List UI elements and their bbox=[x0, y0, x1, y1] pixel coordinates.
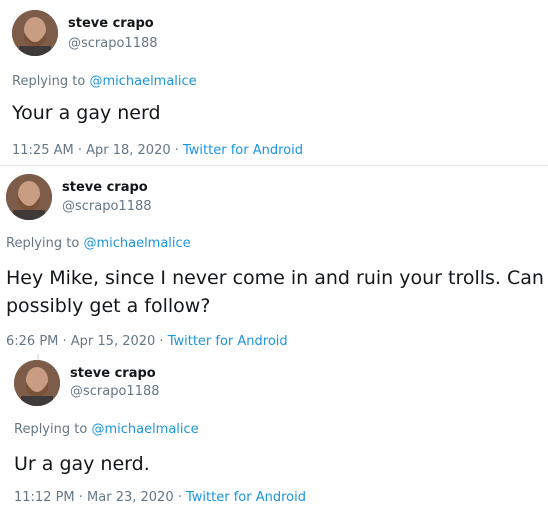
replying-prefix: Replying to bbox=[12, 74, 90, 89]
mention-link[interactable]: @michaelmalice bbox=[83, 236, 190, 251]
profile-photo-icon bbox=[14, 360, 60, 406]
mention-link[interactable]: @michaelmalice bbox=[89, 74, 196, 89]
timestamp[interactable]: 11:12 PM · Mar 23, 2020 · bbox=[14, 490, 186, 505]
source-link[interactable]: Twitter for Android bbox=[183, 143, 303, 158]
timestamp[interactable]: 6:26 PM · Apr 15, 2020 · bbox=[6, 334, 168, 349]
tweet-text: Ur a gay nerd. bbox=[14, 453, 150, 475]
tweet-3[interactable]: steve crapo @scrapo1188 Replying to @mic… bbox=[0, 354, 548, 516]
user-handle[interactable]: @scrapo1188 bbox=[62, 199, 152, 214]
replying-to: Replying to @michaelmalice bbox=[6, 236, 191, 251]
divider bbox=[0, 165, 548, 166]
display-name[interactable]: steve crapo bbox=[62, 180, 148, 195]
tweet-text-line: Hey Mike, since I never come in and ruin… bbox=[6, 267, 548, 289]
tweet-screenshot: { "tweets": [ { "name": "steve crapo", "… bbox=[0, 0, 548, 516]
timestamp[interactable]: 11:25 AM · Apr 18, 2020 · bbox=[12, 143, 183, 158]
replying-prefix: Replying to bbox=[14, 422, 92, 437]
tweet-meta: 11:25 AM · Apr 18, 2020 · Twitter for An… bbox=[12, 143, 303, 158]
mention-link[interactable]: @michaelmalice bbox=[91, 422, 198, 437]
tweet-1[interactable]: steve crapo @scrapo1188 Replying to @mic… bbox=[0, 0, 548, 168]
replying-to: Replying to @michaelmalice bbox=[12, 74, 197, 89]
tweet-text: Hey Mike, since I never come in and ruin… bbox=[6, 264, 548, 320]
source-link[interactable]: Twitter for Android bbox=[168, 334, 288, 349]
avatar[interactable] bbox=[14, 360, 60, 406]
avatar[interactable] bbox=[12, 10, 58, 56]
tweet-meta: 6:26 PM · Apr 15, 2020 · Twitter for And… bbox=[6, 334, 288, 349]
avatar[interactable] bbox=[6, 174, 52, 220]
tweet-text-line: possibly get a follow? bbox=[6, 295, 211, 317]
replying-prefix: Replying to bbox=[6, 236, 84, 251]
user-handle[interactable]: @scrapo1188 bbox=[68, 36, 158, 51]
tweet-meta: 11:12 PM · Mar 23, 2020 · Twitter for An… bbox=[14, 490, 306, 505]
tweet-text: Your a gay nerd bbox=[12, 102, 161, 124]
source-link[interactable]: Twitter for Android bbox=[186, 490, 306, 505]
user-handle[interactable]: @scrapo1188 bbox=[70, 384, 160, 399]
replying-to: Replying to @michaelmalice bbox=[14, 422, 199, 437]
profile-photo-icon bbox=[12, 10, 58, 56]
display-name[interactable]: steve crapo bbox=[68, 16, 154, 31]
profile-photo-icon bbox=[6, 174, 52, 220]
tweet-2[interactable]: steve crapo @scrapo1188 Replying to @mic… bbox=[0, 168, 548, 354]
display-name[interactable]: steve crapo bbox=[70, 366, 156, 381]
